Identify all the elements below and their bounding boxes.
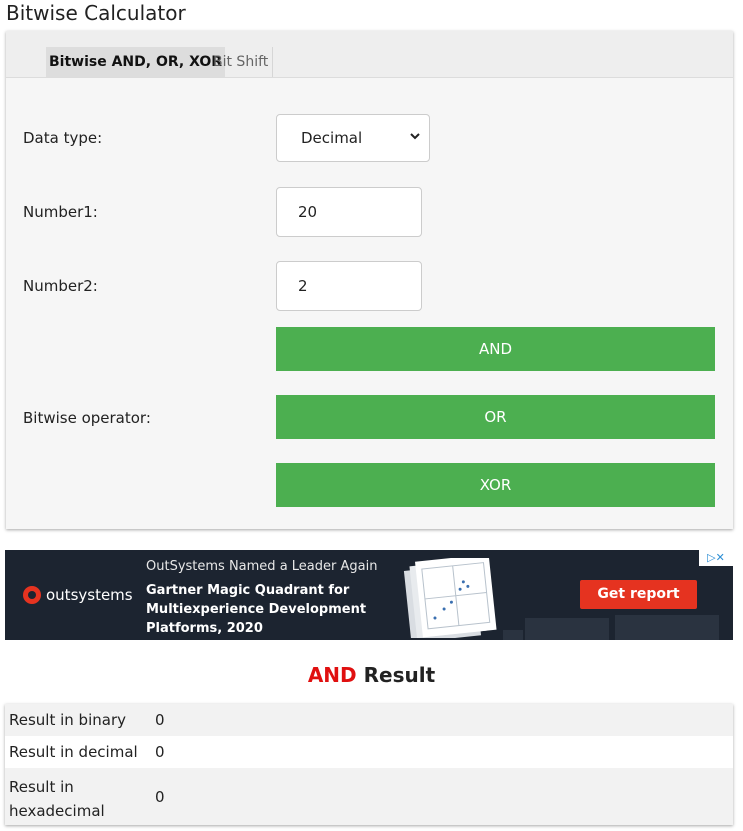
- data-type-value: Decimal: [301, 129, 363, 147]
- result-title-suffix: Result: [363, 663, 436, 687]
- and-button[interactable]: AND: [276, 327, 715, 371]
- page-title: Bitwise Calculator: [6, 1, 186, 25]
- tab-bitwise-and-or-xor[interactable]: Bitwise AND, OR, XOR: [46, 47, 226, 77]
- data-type-label: Data type:: [23, 129, 103, 147]
- bitwise-operator-label: Bitwise operator:: [23, 409, 151, 427]
- outsystems-logo-icon: [23, 586, 41, 604]
- table-row: Result in binary 0: [5, 704, 733, 736]
- ad-choices-icon[interactable]: ▷✕: [699, 550, 733, 566]
- result-hex-label: Result in hexadecimal: [9, 775, 105, 823]
- result-hex-value: 0: [155, 788, 165, 806]
- result-operator: AND: [307, 663, 357, 687]
- result-table: Result in binary 0 Result in decimal 0 R…: [5, 704, 733, 825]
- tab-bar: Bitwise AND, OR, XOR Bit Shift: [6, 31, 733, 78]
- number2-label: Number2:: [23, 277, 98, 295]
- ad-decor-block: [525, 618, 609, 640]
- calculator-card: Bitwise AND, OR, XOR Bit Shift Data type…: [6, 31, 733, 529]
- tab-bit-shift[interactable]: Bit Shift: [210, 47, 274, 77]
- number1-input[interactable]: 20: [276, 187, 422, 237]
- ad-body-line: Multiexperience Development: [146, 602, 367, 617]
- ad-body-line: Gartner Magic Quadrant for: [146, 583, 350, 598]
- result-hex-label-line: Result in: [9, 778, 74, 796]
- ad-body: Gartner Magic Quadrant for Multiexperien…: [146, 581, 376, 638]
- result-decimal-value: 0: [155, 743, 165, 761]
- result-hex-label-line: hexadecimal: [9, 802, 105, 820]
- report-document-icon: [403, 558, 497, 638]
- ad-decor-block: [503, 630, 523, 640]
- chevron-down-icon: [410, 133, 420, 140]
- number2-input[interactable]: 2: [276, 261, 422, 311]
- data-type-select[interactable]: Decimal: [276, 114, 430, 162]
- result-title: AND Result: [0, 663, 743, 687]
- xor-button[interactable]: XOR: [276, 463, 715, 507]
- get-report-button[interactable]: Get report: [580, 580, 697, 609]
- ad-body-line: Platforms, 2020: [146, 621, 263, 636]
- table-row: Result in decimal 0: [5, 736, 733, 768]
- result-binary-value: 0: [155, 711, 165, 729]
- table-row: Result in hexadecimal 0: [5, 768, 733, 825]
- ad-brand: outsystems: [46, 586, 133, 604]
- or-button[interactable]: OR: [276, 395, 715, 439]
- result-binary-label: Result in binary: [9, 711, 126, 729]
- ad-headline: OutSystems Named a Leader Again: [146, 559, 378, 574]
- result-decimal-label: Result in decimal: [9, 743, 138, 761]
- number1-label: Number1:: [23, 203, 98, 221]
- ad-decor-block: [615, 615, 719, 640]
- advertisement-banner[interactable]: outsystems OutSystems Named a Leader Aga…: [5, 550, 733, 640]
